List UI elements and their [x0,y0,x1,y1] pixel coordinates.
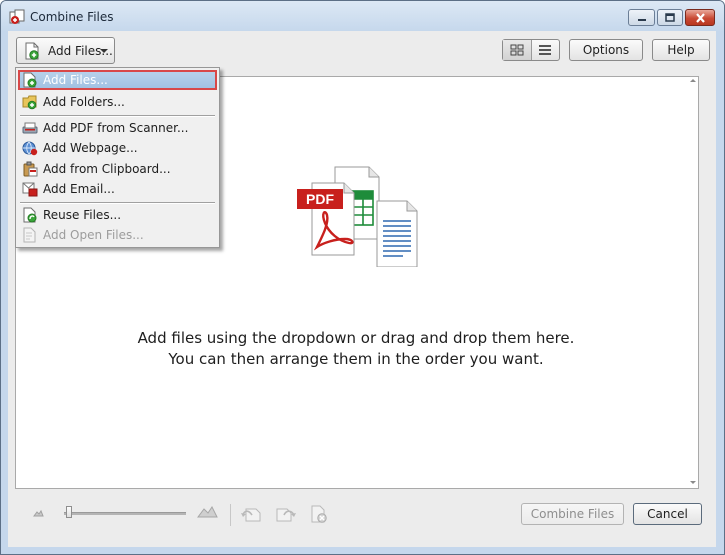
menu-separator [20,202,215,204]
list-view-icon [539,45,552,55]
menu-item-label: Add Open Files... [43,228,144,242]
combine-files-button[interactable]: Combine Files [521,503,624,525]
thumbnail-size-slider-thumb[interactable] [66,506,72,518]
menu-item-add-folders[interactable]: Add Folders... [18,92,217,112]
scroll-down-icon [690,481,696,484]
menu-item-label: Add from Clipboard... [43,162,171,176]
remove-file-icon[interactable] [309,505,329,523]
minimize-button[interactable] [628,9,655,26]
add-files-dropdown-button[interactable]: Add Files... [16,37,115,64]
thumbnail-size-slider-track[interactable] [64,512,186,515]
chevron-down-icon [100,49,108,53]
menu-item-add-open-files: Add Open Files... [18,225,217,245]
maximize-icon [665,13,675,22]
vertical-scrollbar[interactable] [690,77,696,486]
options-button[interactable]: Options [569,39,643,61]
menu-item-reuse-files[interactable]: Reuse Files... [18,205,217,225]
help-button[interactable]: Help [652,39,710,61]
list-view-button[interactable] [532,40,560,60]
reuse-files-icon [23,207,37,223]
grid-view-icon [510,44,524,56]
thumbnail-view-button[interactable] [503,40,532,60]
menu-item-label: Add Webpage... [43,141,138,155]
email-icon [22,182,38,197]
add-files-dropdown-menu: Add Files... Add Folders... Add PDF from… [15,67,220,248]
zoom-out-mountain-icon[interactable] [33,509,44,517]
clipboard-icon [23,161,38,177]
zoom-in-mountain-icon[interactable] [197,505,218,518]
webpage-icon [22,141,38,156]
minimize-icon [637,18,646,21]
menu-item-add-webpage[interactable]: Add Webpage... [18,138,217,158]
scanner-icon [22,122,38,134]
bottom-toolbar-separator [230,504,231,526]
add-files-icon [25,42,39,60]
menu-item-add-pdf-from-scanner[interactable]: Add PDF from Scanner... [18,118,217,138]
drop-instructions-line2: You can then arrange them in the order y… [168,350,544,368]
file-types-illustration: PDF [297,166,418,267]
menu-item-add-from-clipboard[interactable]: Add from Clipboard... [18,159,217,179]
menu-item-label: Add Files... [43,73,108,87]
title-bar[interactable]: Combine Files [1,1,724,31]
add-folder-icon [22,95,37,110]
menu-item-add-files[interactable]: Add Files... [18,70,217,90]
menu-item-label: Add Email... [43,182,115,196]
scroll-up-icon [690,79,696,82]
text-document-icon [376,200,418,267]
window-title: Combine Files [30,10,114,24]
rotate-right-icon[interactable] [275,505,297,523]
menu-separator [20,115,215,117]
menu-item-add-email[interactable]: Add Email... [18,179,217,199]
open-files-icon [23,227,36,243]
cancel-button[interactable]: Cancel [633,503,702,525]
pdf-badge-label: PDF [306,191,334,207]
menu-item-label: Add PDF from Scanner... [43,121,189,135]
menu-item-label: Add Folders... [43,95,125,109]
pdf-document-icon: PDF [297,182,355,256]
drop-instructions-line1: Add files using the dropdown or drag and… [137,329,575,347]
view-mode-toggle [502,39,560,61]
close-button[interactable] [685,9,715,26]
rotate-left-icon[interactable] [240,505,262,523]
add-files-icon [23,72,37,88]
menu-item-label: Reuse Files... [43,208,122,222]
close-icon [695,12,705,23]
maximize-button[interactable] [657,9,683,26]
combine-files-app-icon [9,9,25,24]
